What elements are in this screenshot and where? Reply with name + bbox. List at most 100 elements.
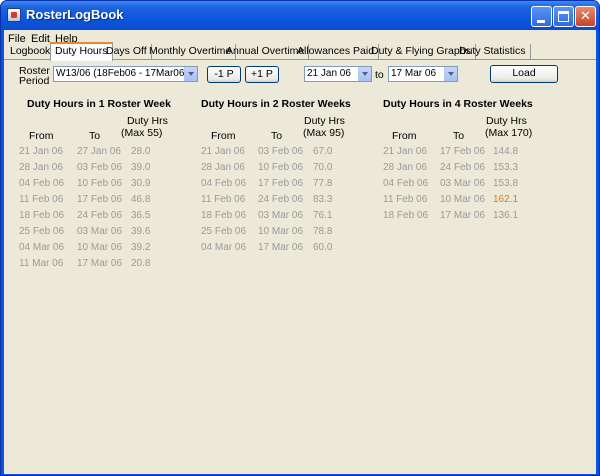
chevron-down-icon[interactable] — [358, 67, 371, 81]
close-button[interactable]: ✕ — [575, 6, 596, 27]
to-date-cell: 03 Feb 06 — [77, 162, 123, 173]
to-date-cell: 10 Feb 06 — [77, 178, 123, 189]
duty-hours-cell: 76.1 — [313, 210, 333, 221]
tab-logbook[interactable]: Logbook — [6, 44, 56, 60]
to-date-cell: 27 Jan 06 — [77, 146, 121, 157]
duty-hours-cell: 36.5 — [131, 210, 151, 221]
to-date-cell: 03 Mar 06 — [258, 210, 304, 221]
minimize-icon — [537, 20, 545, 23]
window-title: RosterLogBook — [26, 7, 124, 22]
close-icon: ✕ — [580, 8, 591, 23]
duty-hours-cell: 78.8 — [313, 226, 333, 237]
minimize-button[interactable] — [531, 6, 552, 27]
max-header: (Max 95) — [303, 127, 345, 139]
maximize-button[interactable] — [553, 6, 574, 27]
duty-hours-cell: 28.0 — [131, 146, 151, 157]
duty-hours-cell: 39.2 — [131, 242, 151, 253]
prev-period-button[interactable]: -1 P — [207, 66, 241, 83]
duty-hrs-header: Duty Hrs — [304, 115, 345, 127]
to-date-cell: 24 Feb 06 — [440, 162, 486, 173]
from-date-cell: 04 Mar 06 — [201, 242, 247, 253]
chevron-down-icon[interactable] — [444, 67, 457, 81]
duty-hours-cell: 39.6 — [131, 226, 151, 237]
duty-hours-cell: 30.9 — [131, 178, 151, 189]
section-title: Duty Hours in 4 Roster Weeks — [383, 98, 533, 110]
duty-hours-cell: 70.0 — [313, 162, 333, 173]
from-date-cell: 18 Feb 06 — [19, 210, 65, 221]
duty-hours-cell: 46.8 — [131, 194, 151, 205]
to-date-cell: 03 Feb 06 — [258, 146, 304, 157]
tab-strip: Logbook Duty Hours Days Off Monthly Over… — [4, 42, 596, 61]
to-date-cell: 10 Mar 06 — [440, 194, 486, 205]
to-date-cell: 17 Mar 06 — [258, 242, 304, 253]
duty-hours-cell: 77.8 — [313, 178, 333, 189]
to-date-cell: 17 Mar 06 — [77, 258, 123, 269]
duty-hours-cell: 83.3 — [313, 194, 333, 205]
to-header: To — [89, 130, 101, 142]
duty-hours-cell: 162.1 — [493, 194, 519, 205]
duty-hours-cell: 39.0 — [131, 162, 151, 173]
from-header: From — [211, 130, 236, 142]
chevron-down-icon[interactable] — [184, 67, 197, 81]
from-date-picker[interactable]: 21 Jan 06 — [304, 66, 372, 82]
duty-hours-cell: 20.8 — [131, 258, 151, 269]
maximize-icon — [558, 11, 569, 22]
from-date-cell: 25 Feb 06 — [19, 226, 65, 237]
duty-hrs-header: Duty Hrs — [486, 115, 527, 127]
tab-duty-statistics[interactable]: Duty Statistics — [455, 44, 531, 60]
duty-hours-cell: 153.8 — [493, 178, 519, 189]
from-date-cell: 18 Feb 06 — [201, 210, 247, 221]
from-header: From — [392, 130, 417, 142]
to-date-cell: 17 Feb 06 — [440, 146, 486, 157]
app-icon — [7, 8, 21, 22]
next-period-button[interactable]: +1 P — [245, 66, 279, 83]
duty-hours-cell: 60.0 — [313, 242, 333, 253]
from-date-cell: 28 Jan 06 — [383, 162, 427, 173]
to-date-cell: 17 Mar 06 — [440, 210, 486, 221]
to-date-picker[interactable]: 17 Mar 06 — [388, 66, 458, 82]
from-date-cell: 21 Jan 06 — [201, 146, 245, 157]
duty-hours-cell: 67.0 — [313, 146, 333, 157]
from-date-cell: 21 Jan 06 — [19, 146, 63, 157]
from-date-cell: 25 Feb 06 — [201, 226, 247, 237]
duty-hours-cell: 144.8 — [493, 146, 519, 157]
from-date-cell: 18 Feb 06 — [383, 210, 429, 221]
to-date-cell: 10 Mar 06 — [77, 242, 123, 253]
duty-hrs-header: Duty Hrs — [127, 115, 168, 127]
duty-hours-cell: 136.1 — [493, 210, 519, 221]
to-date-cell: 10 Mar 06 — [258, 226, 304, 237]
to-date-cell: 03 Mar 06 — [77, 226, 123, 237]
roster-period-select[interactable]: W13/06 (18Feb06 - 17Mar06) — [53, 66, 198, 82]
to-date-cell: 03 Mar 06 — [440, 178, 486, 189]
from-date-cell: 11 Feb 06 — [383, 194, 428, 205]
app-window: RosterLogBook ✕ File Edit Help Logbook D… — [0, 0, 600, 476]
client-area: File Edit Help Logbook Duty Hours Days O… — [4, 30, 596, 474]
to-header: To — [271, 130, 283, 142]
title-bar[interactable]: RosterLogBook ✕ — [1, 1, 599, 30]
to-date-value: 17 Mar 06 — [391, 68, 437, 79]
to-label: to — [375, 69, 384, 81]
from-header: From — [29, 130, 54, 142]
roster-period-value: W13/06 (18Feb06 - 17Mar06) — [56, 68, 188, 79]
to-date-cell: 17 Feb 06 — [77, 194, 123, 205]
from-date-cell: 04 Feb 06 — [383, 178, 429, 189]
to-date-cell: 10 Feb 06 — [258, 162, 304, 173]
to-header: To — [453, 130, 465, 142]
from-date-cell: 04 Feb 06 — [19, 178, 65, 189]
from-date-cell: 11 Mar 06 — [19, 258, 64, 269]
section-title: Duty Hours in 1 Roster Week — [27, 98, 171, 110]
from-date-cell: 28 Jan 06 — [201, 162, 245, 173]
duty-hours-cell: 153.3 — [493, 162, 519, 173]
from-date-cell: 21 Jan 06 — [383, 146, 427, 157]
from-date-value: 21 Jan 06 — [307, 68, 351, 79]
section-title: Duty Hours in 2 Roster Weeks — [201, 98, 351, 110]
max-header: (Max 170) — [485, 127, 533, 139]
from-date-cell: 04 Mar 06 — [19, 242, 65, 253]
from-date-cell: 11 Feb 06 — [201, 194, 246, 205]
max-header: (Max 55) — [121, 127, 163, 139]
to-date-cell: 24 Feb 06 — [258, 194, 304, 205]
load-button[interactable]: Load — [490, 65, 558, 83]
to-date-cell: 24 Feb 06 — [77, 210, 123, 221]
from-date-cell: 11 Feb 06 — [19, 194, 64, 205]
from-date-cell: 28 Jan 06 — [19, 162, 63, 173]
